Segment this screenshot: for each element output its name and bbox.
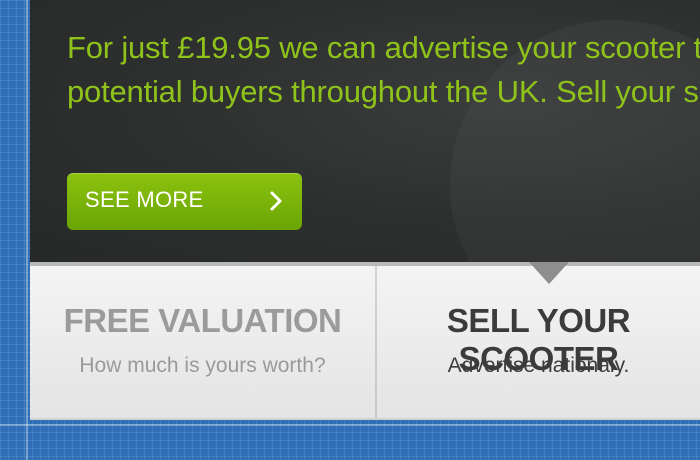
tab-sell-your-scooter[interactable]: SELL YOUR SCOOTER Advertise nationaly. <box>377 266 700 418</box>
active-tab-pointer-icon <box>529 262 569 284</box>
tab-subtitle: How much is yours worth? <box>79 354 326 377</box>
tab-title: FREE VALUATION <box>63 302 342 339</box>
see-more-label: SEE MORE <box>85 187 204 212</box>
tab-free-valuation[interactable]: FREE VALUATION How much is yours worth? <box>30 266 375 418</box>
hero-text-line-2: potential buyers throughout the UK. Sell… <box>67 74 700 109</box>
tab-bar: FREE VALUATION How much is yours worth? … <box>30 262 700 420</box>
see-more-button[interactable]: SEE MORE <box>67 173 302 230</box>
hero-banner: For just £19.95 we can advertise your sc… <box>30 0 700 262</box>
hero-text-line-1: For just £19.95 we can advertise your sc… <box>67 30 700 65</box>
blueprint-grid-line-horizontal <box>0 424 700 426</box>
chevron-right-icon <box>270 191 282 211</box>
blueprint-grid-line-vertical <box>26 0 28 460</box>
tab-subtitle: Advertise nationaly. <box>447 354 630 377</box>
hero-text: For just £19.95 we can advertise your sc… <box>67 26 700 114</box>
